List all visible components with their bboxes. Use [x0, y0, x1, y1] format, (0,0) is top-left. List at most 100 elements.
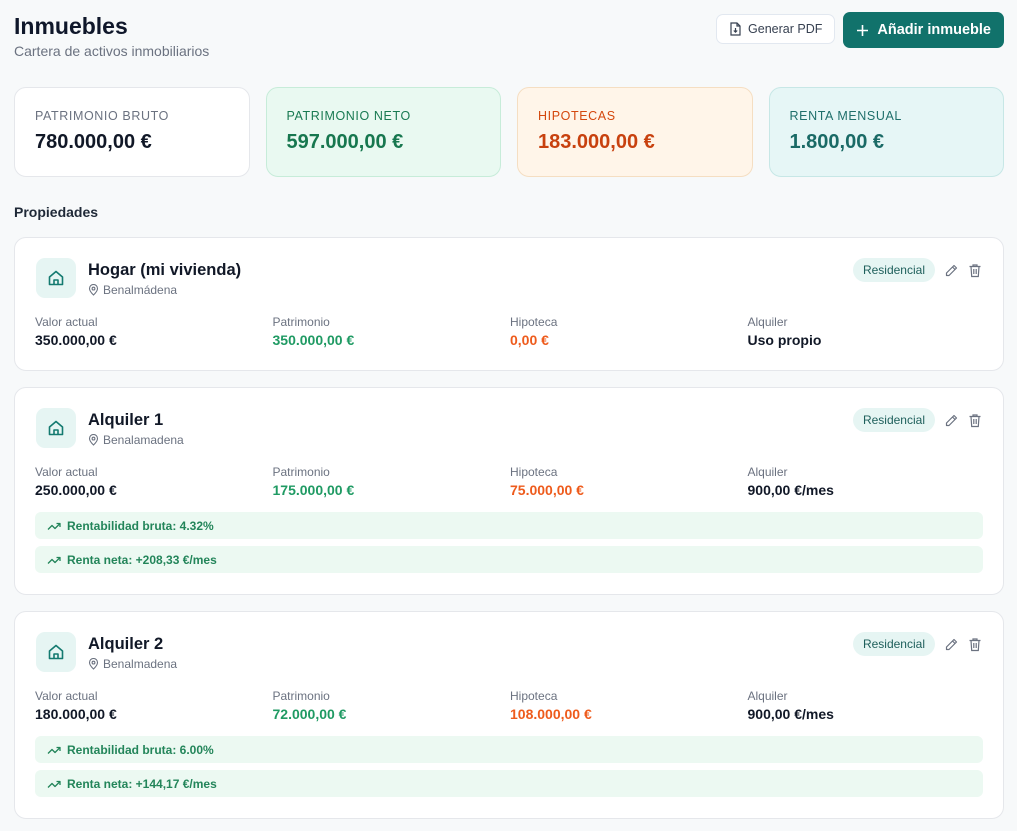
net-rent-pill: Renta neta: +208,33 €/mes: [35, 546, 983, 573]
stat-current-value: Valor actual 350.000,00 €: [35, 315, 273, 348]
stat-mortgage: Hipoteca 75.000,00 €: [510, 465, 748, 498]
property-actions: Residencial: [852, 258, 983, 282]
kpi-value: 597.000,00 €: [286, 131, 404, 153]
stat-label: Alquiler: [747, 689, 788, 703]
trash-icon: [969, 637, 981, 651]
stat-equity: Patrimonio 72.000,00 €: [273, 689, 511, 722]
generate-pdf-button[interactable]: Generar PDF: [716, 14, 836, 44]
property-avatar: [36, 258, 76, 298]
gross-yield-text: Rentabilidad bruta: 6.00%: [67, 742, 214, 757]
property-actions: Residencial: [852, 408, 983, 432]
gross-yield-pill: Rentabilidad bruta: 4.32%: [35, 512, 983, 539]
property-location-text: Benalmadena: [103, 657, 178, 671]
generate-pdf-label: Generar PDF: [748, 22, 823, 36]
trending-up-icon: [47, 746, 61, 754]
property-type-badge: Residencial: [852, 258, 935, 282]
stat-label: Patrimonio: [272, 315, 330, 329]
stat-value: 350.000,00 €: [272, 332, 355, 348]
property-card[interactable]: Alquiler 2 Benalmadena Residencial Valor…: [14, 611, 1004, 819]
house-icon: [48, 644, 64, 660]
stat-value: 350.000,00 €: [35, 332, 117, 348]
add-property-button[interactable]: Añadir inmueble: [843, 12, 1004, 48]
gross-yield-text: Rentabilidad bruta: 4.32%: [67, 518, 214, 533]
kpi-label: Patrimonio bruto: [35, 109, 169, 123]
stat-value: 0,00 €: [510, 332, 549, 348]
stat-value: 175.000,00 €: [272, 482, 355, 498]
edit-button[interactable]: [943, 412, 959, 428]
page-header: Inmuebles Cartera de activos inmobiliari…: [14, 12, 1004, 62]
property-location-text: Benalamadena: [103, 433, 184, 447]
kpi-row: Patrimonio bruto 780.000,00 € Patrimonio…: [14, 87, 1004, 177]
property-location: Benalmadena: [88, 657, 177, 671]
trending-up-icon: [47, 522, 61, 530]
trending-up-icon: [47, 556, 61, 564]
stat-label: Hipoteca: [510, 315, 558, 329]
stat-label: Valor actual: [35, 465, 98, 479]
pencil-icon: [945, 414, 957, 426]
property-location-text: Benalmádena: [103, 283, 178, 297]
net-rent-pill: Renta neta: +144,17 €/mes: [35, 770, 983, 797]
delete-button[interactable]: [967, 636, 983, 652]
stat-value: 72.000,00 €: [272, 706, 347, 722]
property-stats: Valor actual 350.000,00 € Patrimonio 350.0…: [35, 315, 985, 348]
delete-button[interactable]: [967, 262, 983, 278]
plus-icon: [857, 24, 869, 36]
stat-equity: Patrimonio 175.000,00 €: [273, 465, 511, 498]
kpi-label: Renta mensual: [789, 109, 902, 123]
stat-rent: Alquiler Uso propio: [748, 315, 986, 348]
stat-label: Alquiler: [747, 315, 788, 329]
stat-label: Valor actual: [35, 315, 98, 329]
kpi-mortgages: Hipotecas 183.000,00 €: [517, 87, 753, 177]
property-location: Benalamadena: [88, 433, 184, 447]
property-avatar: [36, 408, 76, 448]
delete-button[interactable]: [967, 412, 983, 428]
header-actions: Generar PDF Añadir inmueble: [716, 12, 1004, 48]
net-rent-text: Renta neta: +208,33 €/mes: [67, 552, 217, 567]
stat-value: 250.000,00 €: [35, 482, 117, 498]
kpi-gross-equity: Patrimonio bruto 780.000,00 €: [14, 87, 250, 177]
stat-current-value: Valor actual 180.000,00 €: [35, 689, 273, 722]
stat-rent: Alquiler 900,00 €/mes: [748, 465, 986, 498]
gross-yield-pill: Rentabilidad bruta: 6.00%: [35, 736, 983, 763]
kpi-value: 780.000,00 €: [35, 131, 152, 153]
property-actions: Residencial: [852, 632, 983, 656]
section-title: Propiedades: [14, 204, 99, 220]
pencil-icon: [945, 638, 957, 650]
map-pin-icon: [88, 658, 99, 670]
edit-button[interactable]: [943, 262, 959, 278]
stat-mortgage: Hipoteca 108.000,00 €: [510, 689, 748, 722]
trash-icon: [969, 263, 981, 277]
add-property-label: Añadir inmueble: [877, 22, 991, 38]
kpi-value: 183.000,00 €: [538, 131, 655, 153]
map-pin-icon: [88, 434, 99, 446]
stat-label: Alquiler: [747, 465, 788, 479]
stat-current-value: Valor actual 250.000,00 €: [35, 465, 273, 498]
property-type-badge: Residencial: [852, 632, 935, 656]
kpi-monthly-rent: Renta mensual 1.800,00 €: [768, 87, 1004, 177]
trash-icon: [969, 413, 981, 427]
kpi-label: Hipotecas: [538, 109, 616, 123]
edit-button[interactable]: [943, 636, 959, 652]
property-location: Benalmádena: [88, 283, 177, 297]
stat-equity: Patrimonio 350.000,00 €: [273, 315, 511, 348]
net-rent-text: Renta neta: +144,17 €/mes: [67, 776, 217, 791]
kpi-label: Patrimonio neto: [286, 109, 411, 123]
trending-up-icon: [47, 780, 61, 788]
stat-label: Patrimonio: [272, 465, 330, 479]
property-name: Hogar (mi vivienda): [88, 261, 242, 279]
stat-value: 75.000,00 €: [510, 482, 584, 498]
property-card[interactable]: Alquiler 1 Benalamadena Residencial Valo…: [14, 387, 1004, 595]
stat-value: 180.000,00 €: [35, 706, 117, 722]
stat-value: 900,00 €/mes: [747, 706, 834, 722]
property-card[interactable]: Hogar (mi vivienda) Benalmádena Residenc…: [14, 237, 1004, 371]
stat-value: 108.000,00 €: [510, 706, 592, 722]
stat-value: 900,00 €/mes: [747, 482, 834, 498]
file-download-icon: [730, 22, 741, 36]
stat-label: Hipoteca: [510, 465, 558, 479]
stat-label: Patrimonio: [272, 689, 330, 703]
kpi-value: 1.800,00 €: [789, 131, 885, 153]
pencil-icon: [945, 264, 957, 276]
property-stats: Valor actual 180.000,00 € Patrimonio 72.00…: [35, 689, 985, 722]
house-icon: [48, 270, 64, 286]
property-stats: Valor actual 250.000,00 € Patrimonio 175.0…: [35, 465, 985, 498]
